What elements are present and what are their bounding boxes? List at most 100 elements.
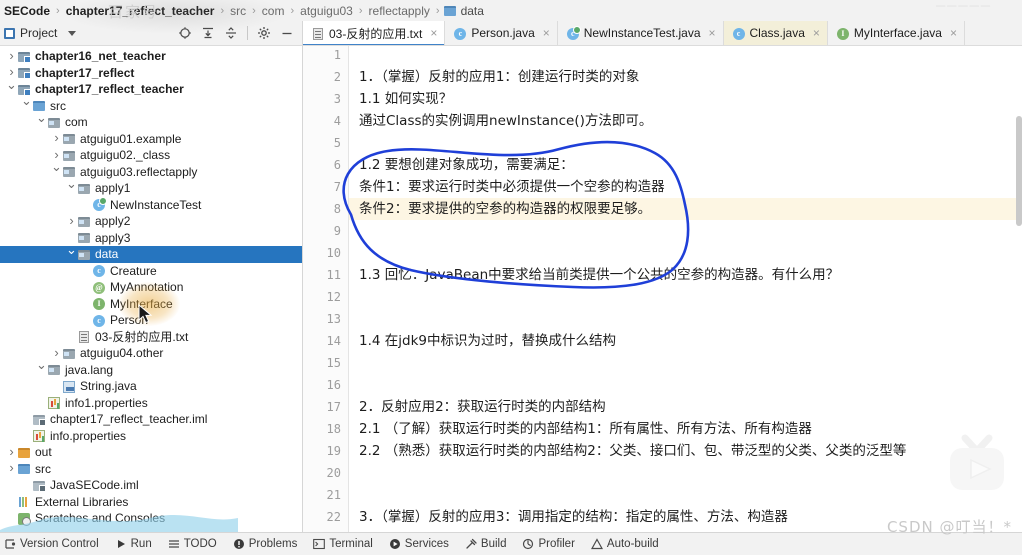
toolbar-divider <box>247 26 248 40</box>
editor-tab-person-java[interactable]: c Person.java × <box>445 21 558 45</box>
problems-warning-icon <box>233 538 245 550</box>
editor-tab-myinterface-java[interactable]: I MyInterface.java × <box>827 21 965 45</box>
status-bar-item-label: Run <box>130 538 152 550</box>
close-icon[interactable]: × <box>709 26 716 40</box>
breadcrumb-item-com[interactable]: com <box>260 4 287 18</box>
tree-item-external-libraries[interactable]: External Libraries <box>0 494 302 511</box>
chevron-down-icon[interactable] <box>6 81 17 98</box>
chevron-down-icon[interactable] <box>66 180 77 197</box>
pkg-icon <box>47 116 61 129</box>
code-editor[interactable]: 1 2 3 4 5 6 7 8 9 10 11 12 13 14 15 16 17 18 19 20 21 22 1．（掌… <box>303 46 1022 532</box>
breadcrumb-item-secode[interactable]: SECode <box>2 4 52 18</box>
status-bar-item-profiler[interactable]: Profiler <box>522 538 575 550</box>
locate-target-icon[interactable] <box>178 26 192 40</box>
pkg-icon <box>62 132 76 145</box>
chevron-down-icon[interactable] <box>36 361 47 378</box>
chevron-down-icon[interactable] <box>66 246 77 263</box>
tree-item-apply1[interactable]: apply1 <box>0 180 302 197</box>
close-icon[interactable]: × <box>950 26 957 40</box>
line-number: 17 <box>326 400 341 414</box>
editor-tab-class-java[interactable]: c Class.java × <box>723 21 828 45</box>
tree-item-label: java.lang <box>65 362 114 377</box>
status-bar-item-services[interactable]: Services <box>389 538 449 550</box>
tree-item-person[interactable]: c Person <box>0 312 302 329</box>
tree-item-java-lang[interactable]: java.lang <box>0 362 302 379</box>
breadcrumb-item-src[interactable]: src <box>228 4 248 18</box>
tree-item-label: atguigu04.other <box>80 346 164 360</box>
code-text-area[interactable]: 1．（掌握）反射的应用1：创建运行时类的对象 1.1 如何实现？ 通过Class的实… <box>349 46 1022 532</box>
project-tool-window: Project › chapter16_net_teacher › chapte… <box>0 21 303 532</box>
tree-item-label: External Libraries <box>35 494 129 509</box>
breadcrumb-item-reflectapply[interactable]: reflectapply <box>367 4 432 18</box>
tree-item-atguigu01-example[interactable]: atguigu01.example <box>0 131 302 148</box>
close-icon[interactable]: × <box>430 26 437 40</box>
folder-icon <box>17 462 31 475</box>
editor-tab-03-txt[interactable]: 03-反射的应用.txt × <box>303 21 446 45</box>
code-line: 1.1 如何实现？ <box>359 91 453 107</box>
editor-tab-newinstancetest-java[interactable]: c NewInstanceTest.java × <box>557 21 724 45</box>
tree-item-chapter16-net-teacher[interactable]: chapter16_net_teacher <box>0 48 302 65</box>
tree-item-data[interactable]: data <box>0 246 302 263</box>
pkg-icon <box>77 182 91 195</box>
tree-item-apply2[interactable]: apply2 <box>0 213 302 230</box>
tree-item-out[interactable]: out <box>0 444 302 461</box>
tree-item-myannotation[interactable]: @ MyAnnotation <box>0 279 302 296</box>
tree-item-chapter17-reflect-teacher[interactable]: chapter17_reflect_teacher <box>0 81 302 98</box>
status-bar-item-auto-build[interactable]: Auto-build <box>590 538 659 550</box>
collapse-all-icon[interactable] <box>224 26 238 40</box>
line-number: 20 <box>326 466 341 480</box>
chevron-right-icon[interactable] <box>6 460 17 477</box>
tree-item-info1-properties[interactable]: info1.properties <box>0 395 302 412</box>
project-panel-title: Project <box>20 26 58 40</box>
close-icon[interactable]: × <box>813 26 820 40</box>
breadcrumb-item-module[interactable]: chapter17_reflect_teacher <box>64 4 217 18</box>
project-title-group[interactable]: Project <box>4 26 77 40</box>
chevron-right-icon[interactable] <box>51 130 62 147</box>
chevron-down-icon[interactable] <box>36 114 47 131</box>
tree-item-info-properties[interactable]: info.properties <box>0 428 302 445</box>
status-bar-item-label: Version Control <box>20 538 99 550</box>
project-tree[interactable]: chapter16_net_teacher chapter17_reflectch… <box>0 46 302 532</box>
chevron-right-icon[interactable] <box>6 48 17 65</box>
minimize-icon[interactable] <box>280 26 294 40</box>
iml-icon <box>32 479 46 492</box>
status-bar-item-build[interactable]: Build <box>465 538 506 550</box>
breadcrumb-item-data[interactable]: data <box>443 4 486 18</box>
chevron-down-icon[interactable] <box>51 163 62 180</box>
editor-vertical-scrollbar[interactable] <box>1016 116 1022 226</box>
line-number-gutter: 1 2 3 4 5 6 7 8 9 10 11 12 13 14 15 16 17 18 19 20 21 22 <box>303 46 349 532</box>
tree-item-myinterface[interactable]: I MyInterface <box>0 296 302 313</box>
status-bar-item-problems[interactable]: Problems <box>233 538 297 550</box>
tree-item-03-txt[interactable]: 03-反射的应用.txt <box>0 329 302 346</box>
tree-item-label: apply3 <box>95 230 131 245</box>
status-bar-item-terminal[interactable]: Terminal <box>313 538 373 550</box>
chevron-right-icon[interactable] <box>66 213 77 230</box>
tree-item-atguigu02-class[interactable]: atguigu02._class <box>0 147 302 164</box>
prop-icon <box>47 396 61 410</box>
tree-item-chapter17-reflect[interactable]: chapter17_reflect <box>0 65 302 82</box>
tree-item-com[interactable]: com <box>0 114 302 131</box>
tree-item-newinstancetest[interactable]: c NewInstanceTest <box>0 197 302 214</box>
tree-item-src[interactable]: src <box>0 461 302 478</box>
chevron-down-icon[interactable] <box>21 97 32 114</box>
tree-item-apply3[interactable]: apply3 <box>0 230 302 247</box>
chevron-right-icon[interactable] <box>51 345 62 362</box>
settings-gear-icon[interactable] <box>257 26 271 40</box>
tree-item-atguigu03-reflectapply[interactable]: atguigu03.reflectapply <box>0 164 302 181</box>
tree-item-javasecode-iml[interactable]: JavaSECode.iml <box>0 477 302 494</box>
tree-item-string-java[interactable]: String.java <box>0 378 302 395</box>
java-class-runnable-icon: c <box>566 25 581 40</box>
status-bar-item-todo[interactable]: TODO <box>168 538 217 550</box>
tree-item-creature[interactable]: c Creature <box>0 263 302 280</box>
status-bar-item-run[interactable]: Run <box>115 538 152 550</box>
chevron-down-icon[interactable] <box>68 30 77 36</box>
line-number: 12 <box>326 290 341 304</box>
status-bar-item-version-control[interactable]: Version Control <box>4 538 99 550</box>
close-icon[interactable]: × <box>543 26 550 40</box>
expand-all-icon[interactable] <box>201 26 215 40</box>
tree-item-chapter17-reflect-teacher-iml[interactable]: chapter17_reflect_teacher.iml <box>0 411 302 428</box>
breadcrumb-item-atguigu03[interactable]: atguigu03 <box>298 4 355 18</box>
chevron-right-icon[interactable] <box>6 444 17 461</box>
tree-item-scratches-and-consoles[interactable]: Scratches and Consoles <box>0 510 302 527</box>
java-interface-icon: I <box>836 27 849 40</box>
